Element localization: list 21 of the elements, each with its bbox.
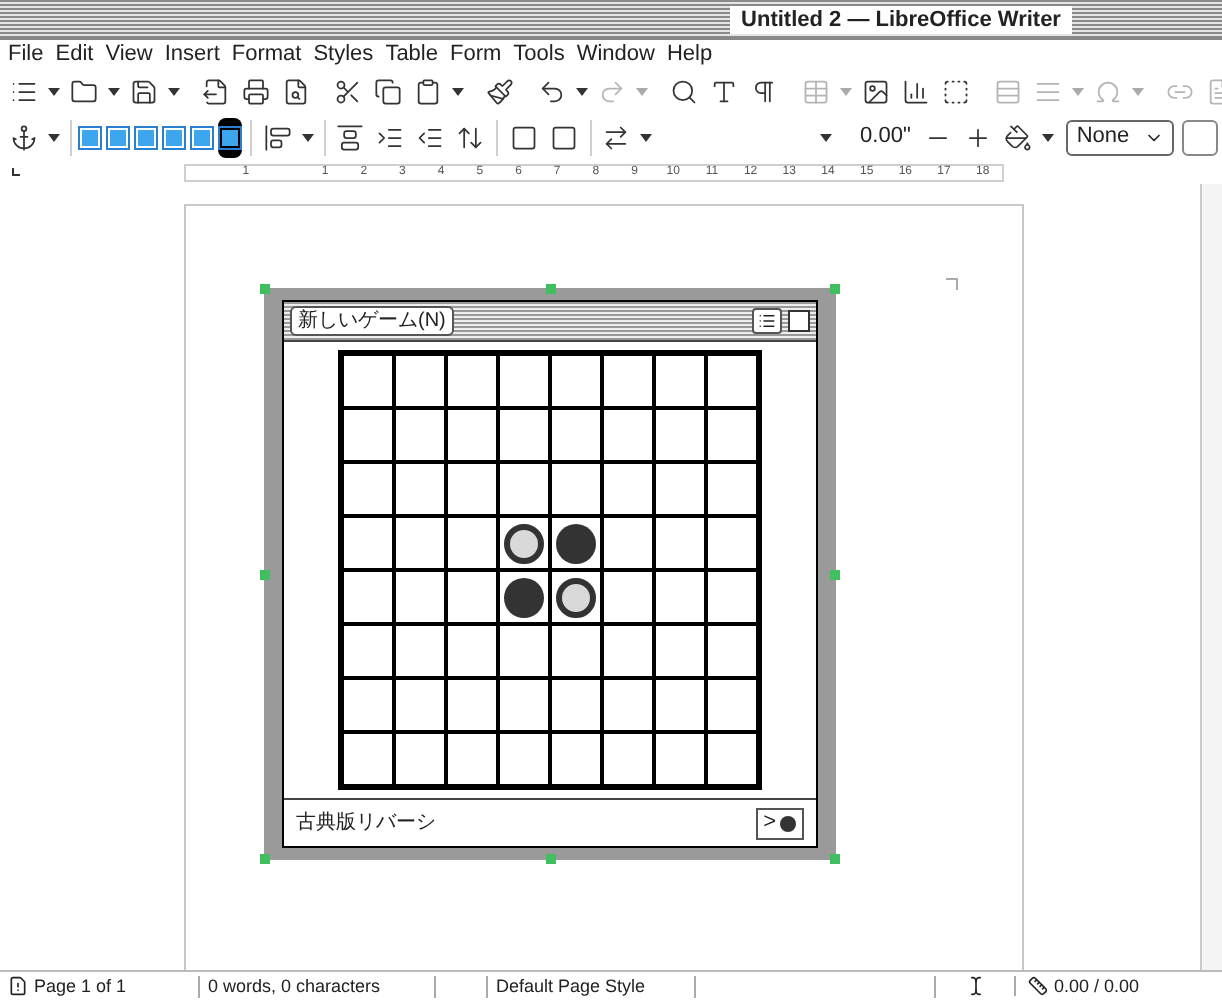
new-game-button[interactable]: 新しいゲーム(N): [290, 306, 454, 336]
page-count[interactable]: Page 1 of 1: [34, 975, 127, 997]
menu-item[interactable]: File: [8, 38, 44, 72]
menu-item[interactable]: View: [105, 38, 153, 72]
spacing-value[interactable]: 0.00": [860, 120, 911, 154]
menu-item[interactable]: Insert: [164, 38, 220, 72]
page-style[interactable]: Default Page Style: [488, 975, 696, 997]
word-count[interactable]: 0 words, 0 characters: [200, 975, 436, 997]
menu-item[interactable]: Format: [231, 38, 302, 72]
menu-item[interactable]: Table: [385, 38, 438, 72]
cursor-position: 0.00 / 0.00: [1054, 975, 1140, 997]
next-button[interactable]: >: [755, 807, 804, 839]
menu-item[interactable]: Styles: [313, 38, 374, 72]
menu-item[interactable]: Window: [576, 38, 655, 72]
menu-item[interactable]: Tools: [513, 38, 565, 72]
style-select[interactable]: None: [1066, 119, 1175, 155]
menu-item[interactable]: Help: [666, 38, 713, 72]
menu-item[interactable]: Edit: [55, 38, 94, 72]
status-text: 古典版リバーシ: [296, 809, 436, 838]
menu-item[interactable]: Form: [449, 38, 502, 72]
window-title: Untitled 2 — LibreOffice Writer: [729, 5, 1073, 33]
